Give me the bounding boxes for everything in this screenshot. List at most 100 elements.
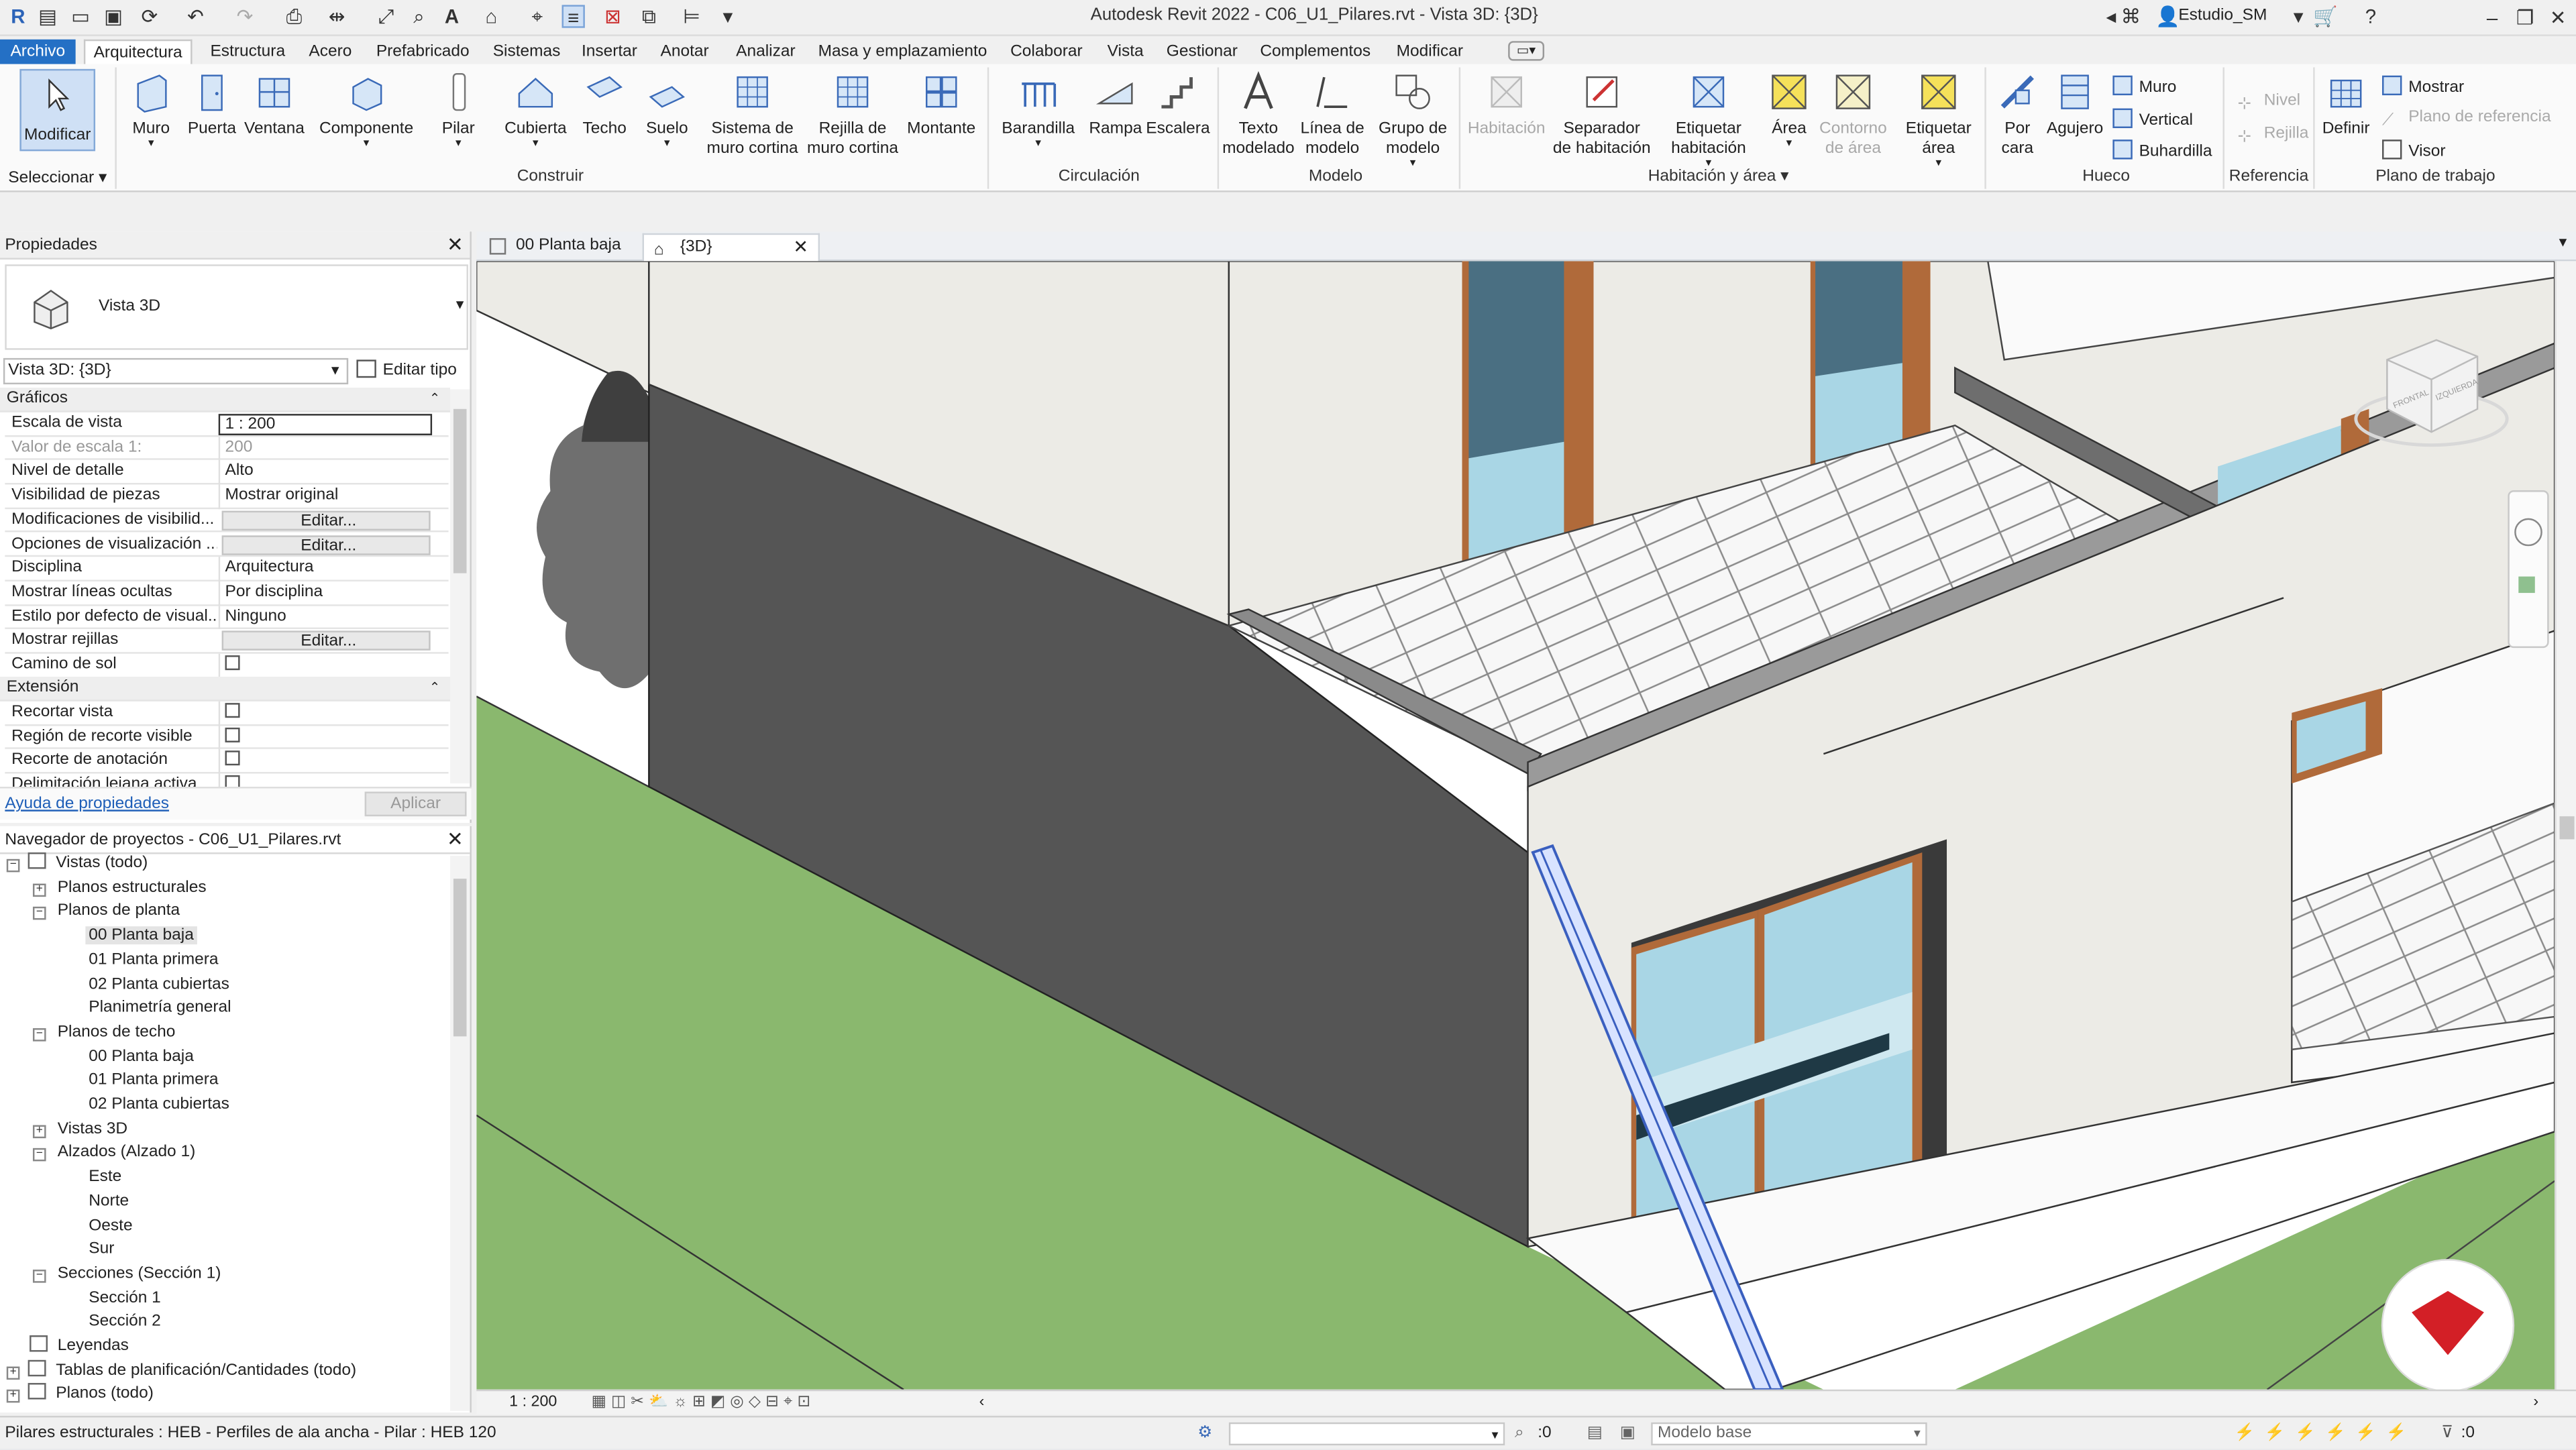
checkbox[interactable]: [225, 727, 240, 742]
zoom-icon[interactable]: [2518, 576, 2535, 594]
browser-node[interactable]: 02 Planta cubiertas: [62, 973, 233, 997]
tab-insertar[interactable]: Insertar: [582, 40, 637, 64]
checkbox[interactable]: [225, 751, 240, 767]
model-line-button[interactable]: Línea de modelo: [1298, 70, 1367, 159]
mullion-button[interactable]: Montante: [904, 70, 979, 140]
browser-node[interactable]: Sección 1: [62, 1287, 164, 1311]
tag-room-button[interactable]: Etiquetar habitación ▾: [1659, 70, 1758, 169]
close-hidden-icon[interactable]: ⊠: [601, 5, 624, 27]
apply-button[interactable]: Aplicar: [364, 791, 467, 817]
browser-node[interactable]: − Planos de planta: [32, 901, 183, 925]
worksets-icon[interactable]: ⚙: [1197, 1417, 1212, 1449]
room-button[interactable]: Habitación: [1464, 70, 1549, 140]
browser-node[interactable]: 01 Planta primera: [62, 1070, 221, 1094]
browser-node[interactable]: Sección 2: [62, 1311, 164, 1335]
curtain-grid-button[interactable]: Rejilla de muro cortina: [804, 70, 902, 159]
sync-icon[interactable]: ⟳: [138, 5, 161, 27]
wall-button[interactable]: Muro ▾: [125, 70, 177, 150]
browser-node[interactable]: 00 Planta baja: [62, 1046, 197, 1070]
3d-viewport[interactable]: FRONTAL IZQUIERDA: [476, 261, 2555, 1390]
select-dropdown[interactable]: Seleccionar ▾: [8, 169, 107, 187]
edit-type-button[interactable]: Editar tipo: [356, 358, 457, 384]
set-workplane-button[interactable]: Definir: [2320, 70, 2372, 140]
property-value[interactable]: Ninguno: [218, 605, 432, 630]
property-value[interactable]: Arquitectura: [218, 557, 432, 581]
collapse-icon[interactable]: ⌃: [429, 677, 440, 701]
properties-scrollbar[interactable]: [450, 389, 470, 784]
view-scale[interactable]: 1 : 200: [509, 1391, 557, 1414]
property-checkbox[interactable]: [218, 701, 432, 726]
scrollbar-thumb[interactable]: [453, 408, 467, 573]
door-button[interactable]: Puerta: [186, 70, 238, 140]
expand-icon[interactable]: +: [6, 1365, 20, 1380]
collapse-icon[interactable]: −: [32, 907, 46, 921]
user-dropdown-icon[interactable]: ▾: [2287, 5, 2310, 27]
property-value[interactable]: Por disciplina: [218, 581, 432, 606]
tab-sistemas[interactable]: Sistemas: [493, 40, 561, 64]
scroll-right-icon[interactable]: ›: [2533, 1391, 2538, 1414]
ref-plane-button[interactable]: ⟋ Plano de referencia: [2382, 109, 2551, 131]
scrollbar-thumb[interactable]: [2559, 816, 2575, 840]
ceiling-button[interactable]: Techo: [578, 70, 631, 140]
property-checkbox[interactable]: [218, 653, 432, 678]
dormer-opening-button[interactable]: Buhardilla: [2112, 140, 2212, 161]
collapse-icon[interactable]: −: [6, 858, 20, 873]
save-icon[interactable]: ▣: [102, 5, 125, 27]
tab-arquitectura[interactable]: Arquitectura: [83, 39, 193, 64]
browser-node[interactable]: Leyendas: [7, 1335, 132, 1359]
thin-lines-icon[interactable]: ≡: [561, 5, 585, 30]
edit-property-button[interactable]: Editar...: [221, 631, 431, 651]
print-icon[interactable]: ⎙: [282, 5, 305, 27]
tab-complementos[interactable]: Complementos: [1260, 40, 1371, 64]
design-options-icon[interactable]: ▤: [1587, 1417, 1603, 1449]
model-group-button[interactable]: Grupo de modelo ▾: [1373, 70, 1452, 169]
text-icon[interactable]: A: [440, 5, 463, 27]
tab-acero[interactable]: Acero: [309, 40, 352, 64]
workset-select[interactable]: ▾: [1228, 1422, 1505, 1446]
expand-icon[interactable]: +: [32, 883, 46, 897]
tab-anotar[interactable]: Anotar: [660, 40, 708, 64]
area-boundary-button[interactable]: Contorno de área: [1814, 70, 1893, 159]
component-button[interactable]: Componente ▾: [315, 70, 417, 150]
property-checkbox[interactable]: [218, 749, 432, 774]
expand-icon[interactable]: +: [6, 1390, 20, 1404]
shaft-button[interactable]: Agujero: [2044, 70, 2106, 140]
browser-node[interactable]: 01 Planta primera: [62, 949, 221, 973]
browser-node[interactable]: − Alzados (Alzado 1): [32, 1142, 199, 1166]
cart-icon[interactable]: 🛒: [2313, 5, 2338, 27]
instance-selector[interactable]: Vista 3D: {3D} ▼: [3, 357, 349, 385]
minimize-button[interactable]: –: [2474, 3, 2510, 33]
checkbox[interactable]: [225, 703, 240, 718]
dimension-icon[interactable]: ⤢: [374, 5, 397, 27]
selection-filters-icons[interactable]: ⚡⚡⚡⚡⚡⚡: [2235, 1417, 2416, 1449]
browser-node[interactable]: + Tablas de planificación/Cantidades (tod…: [6, 1359, 360, 1384]
restore-button[interactable]: ❐: [2507, 3, 2543, 33]
by-face-button[interactable]: Por cara: [1991, 70, 2043, 159]
type-selector[interactable]: Vista 3D ▼: [5, 264, 468, 350]
ramp-button[interactable]: Rampa: [1087, 70, 1143, 140]
browser-node[interactable]: − Vistas (todo): [6, 852, 151, 877]
align-icon[interactable]: ⊨: [680, 5, 703, 27]
browser-node[interactable]: − Secciones (Sección 1): [32, 1263, 224, 1287]
browser-node[interactable]: Este: [62, 1166, 125, 1190]
checkbox[interactable]: [225, 655, 240, 671]
property-value[interactable]: Mostrar original: [218, 484, 432, 509]
folder-icon[interactable]: ▭: [69, 5, 92, 27]
browser-node[interactable]: Planimetría general: [62, 997, 234, 1021]
tab-3d[interactable]: ⌂ {3D} ✕: [642, 233, 820, 262]
tabs-dropdown-icon[interactable]: ▼: [2557, 235, 2569, 249]
binoculars-icon[interactable]: ⌘: [2119, 5, 2142, 27]
filter-icon[interactable]: ⊽: [2441, 1417, 2453, 1449]
edit-property-button[interactable]: Editar...: [221, 535, 431, 555]
view-scale-input[interactable]: 1 : 200: [218, 414, 433, 435]
browser-node[interactable]: 00 Planta baja: [62, 925, 197, 949]
tab-analizar[interactable]: Analizar: [736, 40, 796, 64]
tag-icon[interactable]: ⌕: [407, 5, 430, 27]
collapse-icon[interactable]: −: [32, 1027, 46, 1042]
browser-node[interactable]: − Planos de techo: [32, 1021, 178, 1046]
floor-button[interactable]: Suelo ▾: [641, 70, 693, 150]
vertical-opening-button[interactable]: Vertical: [2112, 107, 2193, 129]
tab-masa-y-emplazamiento[interactable]: Masa y emplazamiento: [818, 40, 987, 64]
close-icon[interactable]: ✕: [447, 826, 464, 854]
edit-property-button[interactable]: Editar...: [221, 510, 431, 531]
